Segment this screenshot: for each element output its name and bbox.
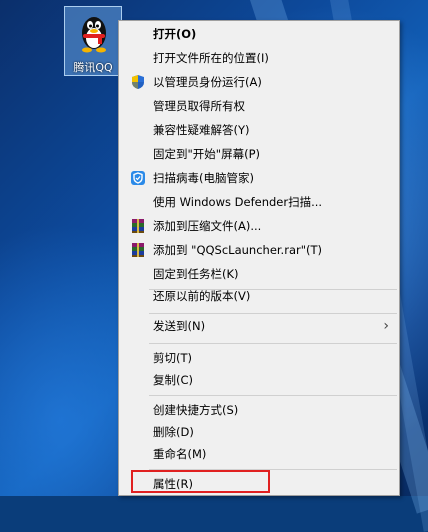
- menu-item-pin-to-start[interactable]: 固定到"开始"屏幕(P): [121, 143, 397, 165]
- menu-item-label: 固定到任务栏(K): [153, 267, 239, 281]
- menu-item-rename[interactable]: 重命名(M): [121, 443, 397, 465]
- menu-item-label: 添加到压缩文件(A)...: [153, 219, 262, 233]
- desktop-icon-label: 腾讯QQ: [73, 61, 113, 74]
- menu-item-create-shortcut[interactable]: 创建快捷方式(S): [121, 399, 397, 421]
- menu-item-compat-troubleshoot[interactable]: 兼容性疑难解答(Y): [121, 119, 397, 141]
- qq-penguin-icon: [82, 17, 106, 53]
- menu-item-add-to-rar[interactable]: 添加到 "QQScLauncher.rar"(T): [121, 239, 397, 261]
- menu-item-open[interactable]: 打开(O): [121, 23, 397, 45]
- menu-item-label: 使用 Windows Defender扫描...: [153, 195, 323, 209]
- menu-item-open-file-location[interactable]: 打开文件所在的位置(I): [121, 47, 397, 69]
- menu-item-scan-virus-pcmgr[interactable]: 扫描病毒(电脑管家): [121, 167, 397, 189]
- menu-separator: [149, 395, 397, 396]
- menu-item-label: 添加到 "QQScLauncher.rar"(T): [153, 243, 323, 257]
- menu-item-run-as-admin[interactable]: 以管理员身份运行(A): [121, 71, 397, 93]
- menu-item-label: 扫描病毒(电脑管家): [153, 171, 254, 185]
- menu-separator: [149, 313, 397, 314]
- menu-item-label: 复制(C): [153, 373, 194, 387]
- menu-item-label: 发送到(N): [153, 319, 206, 333]
- menu-item-restore-previous[interactable]: 还原以前的版本(V): [121, 285, 397, 307]
- menu-item-label: 删除(D): [153, 425, 194, 439]
- menu-item-label: 固定到"开始"屏幕(P): [153, 147, 260, 161]
- menu-separator: [149, 343, 397, 344]
- menu-item-take-ownership[interactable]: 管理员取得所有权: [121, 95, 397, 117]
- menu-item-label: 创建快捷方式(S): [153, 403, 239, 417]
- menu-item-delete[interactable]: 删除(D): [121, 421, 397, 443]
- context-menu: 打开(O) 打开文件所在的位置(I) 以管理员身份运行(A) 管理员取得所有权 …: [118, 20, 400, 496]
- menu-item-label: 管理员取得所有权: [153, 99, 245, 113]
- menu-item-label: 重命名(M): [153, 447, 207, 461]
- chevron-right-icon: ›: [383, 318, 389, 334]
- menu-item-label: 还原以前的版本(V): [153, 289, 251, 303]
- menu-item-add-to-archive[interactable]: 添加到压缩文件(A)...: [121, 215, 397, 237]
- menu-item-label: 打开文件所在的位置(I): [153, 51, 269, 65]
- desktop-icon-qq[interactable]: 腾讯QQ: [64, 6, 122, 76]
- menu-item-send-to[interactable]: 发送到(N) ›: [121, 315, 397, 337]
- menu-item-pin-to-taskbar[interactable]: 固定到任务栏(K): [121, 263, 397, 285]
- uac-shield-icon: [132, 75, 144, 89]
- menu-item-cut[interactable]: 剪切(T): [121, 347, 397, 369]
- properties-highlight-box: [131, 470, 270, 493]
- menu-item-copy[interactable]: 复制(C): [121, 369, 397, 391]
- menu-item-label: 打开(O): [153, 27, 197, 41]
- menu-item-label: 兼容性疑难解答(Y): [153, 123, 250, 137]
- menu-item-label: 剪切(T): [153, 351, 192, 365]
- pc-manager-shield-icon: [131, 171, 145, 185]
- winrar-icon: [132, 243, 144, 257]
- winrar-icon: [132, 219, 144, 233]
- menu-item-defender-scan[interactable]: 使用 Windows Defender扫描...: [121, 191, 397, 213]
- menu-item-label: 以管理员身份运行(A): [153, 75, 262, 89]
